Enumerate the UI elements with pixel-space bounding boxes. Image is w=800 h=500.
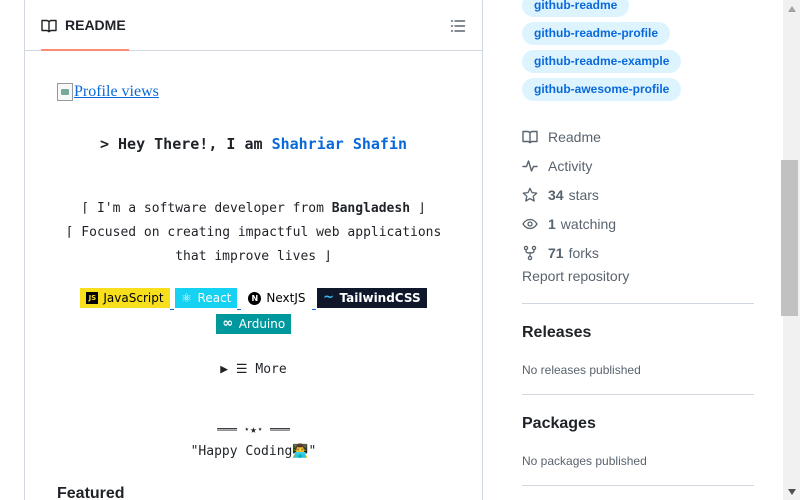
stars-count: 34 [548, 186, 564, 203]
featured-heading: Featured [57, 485, 125, 500]
badge-javascript[interactable]: JS JavaScript [80, 288, 174, 310]
readme-link[interactable]: Readme [522, 122, 754, 151]
more-details-toggle[interactable]: ▶ ☰ More [25, 362, 482, 377]
watching-count: 1 [548, 215, 556, 232]
about-text: ⌈ I'm a software developer from Banglade… [65, 201, 442, 264]
activity-link[interactable]: Activity [522, 151, 754, 180]
readme-card: README Profile views > Hey There!, I am … [24, 0, 483, 500]
readme-header: README [25, 0, 482, 51]
packages-heading[interactable]: Packages [522, 415, 596, 433]
readme-tab-label: README [65, 17, 126, 33]
nextjs-icon: N [248, 291, 262, 305]
broken-image-icon [57, 83, 73, 101]
book-icon [41, 19, 57, 33]
book-icon [522, 130, 538, 143]
packages-empty-text: No packages published [522, 454, 647, 468]
scroll-down-arrow-icon[interactable] [783, 483, 800, 500]
badge-arduino[interactable]: ∞ Arduino [215, 314, 292, 334]
badge-tailwindcss[interactable]: ~ TailwindCSS [316, 288, 427, 308]
scrollbar-thumb[interactable] [781, 160, 798, 316]
topic-tag[interactable]: github-readme-profile [522, 22, 671, 45]
decorative-stars-divider: ═══ ⋆★⋆ ═══ [217, 423, 290, 436]
table-of-contents-icon[interactable] [450, 18, 466, 34]
section-divider [522, 394, 754, 395]
topic-tag[interactable]: github-awesome-profile [522, 78, 682, 101]
arduino-icon: ∞ [222, 316, 234, 331]
forks-count: 71 [548, 244, 564, 261]
author-name: Shahriar Shafin [271, 135, 408, 153]
report-repository-link[interactable]: Report repository [522, 268, 629, 284]
topic-tag[interactable]: github-readme [522, 0, 630, 17]
scroll-up-arrow-icon[interactable] [783, 0, 800, 17]
happy-coding-text: "Happy Coding👨‍💻" [190, 444, 317, 459]
skill-badges: JS JavaScript ⚛ React N NextJS ~ Tailwin… [25, 288, 482, 340]
watching-link[interactable]: 1 watching [522, 209, 754, 238]
tailwind-icon: ~ [323, 290, 334, 305]
badge-react[interactable]: ⚛ React [174, 288, 242, 310]
section-divider [522, 303, 754, 304]
pulse-icon [522, 159, 538, 172]
star-icon [522, 187, 538, 202]
stars-link[interactable]: 34 stars [522, 180, 754, 209]
forks-link[interactable]: 71 forks [522, 238, 754, 267]
greeting-heading: > Hey There!, I am Shahriar Shafin [99, 135, 408, 153]
repo-meta-list: Readme Activity 34 stars 1 watching 71 f… [522, 122, 754, 267]
profile-views-link[interactable]: Profile views [57, 83, 159, 101]
react-icon: ⚛ [181, 291, 192, 305]
topic-tag[interactable]: github-readme-example [522, 50, 682, 73]
releases-heading[interactable]: Releases [522, 324, 591, 342]
javascript-icon: JS [86, 292, 99, 304]
fork-icon [523, 245, 537, 260]
badge-nextjs[interactable]: N NextJS [242, 288, 316, 310]
eye-icon [522, 218, 538, 229]
section-divider [522, 485, 754, 486]
releases-empty-text: No releases published [522, 363, 641, 377]
readme-tab[interactable]: README [41, 11, 129, 51]
